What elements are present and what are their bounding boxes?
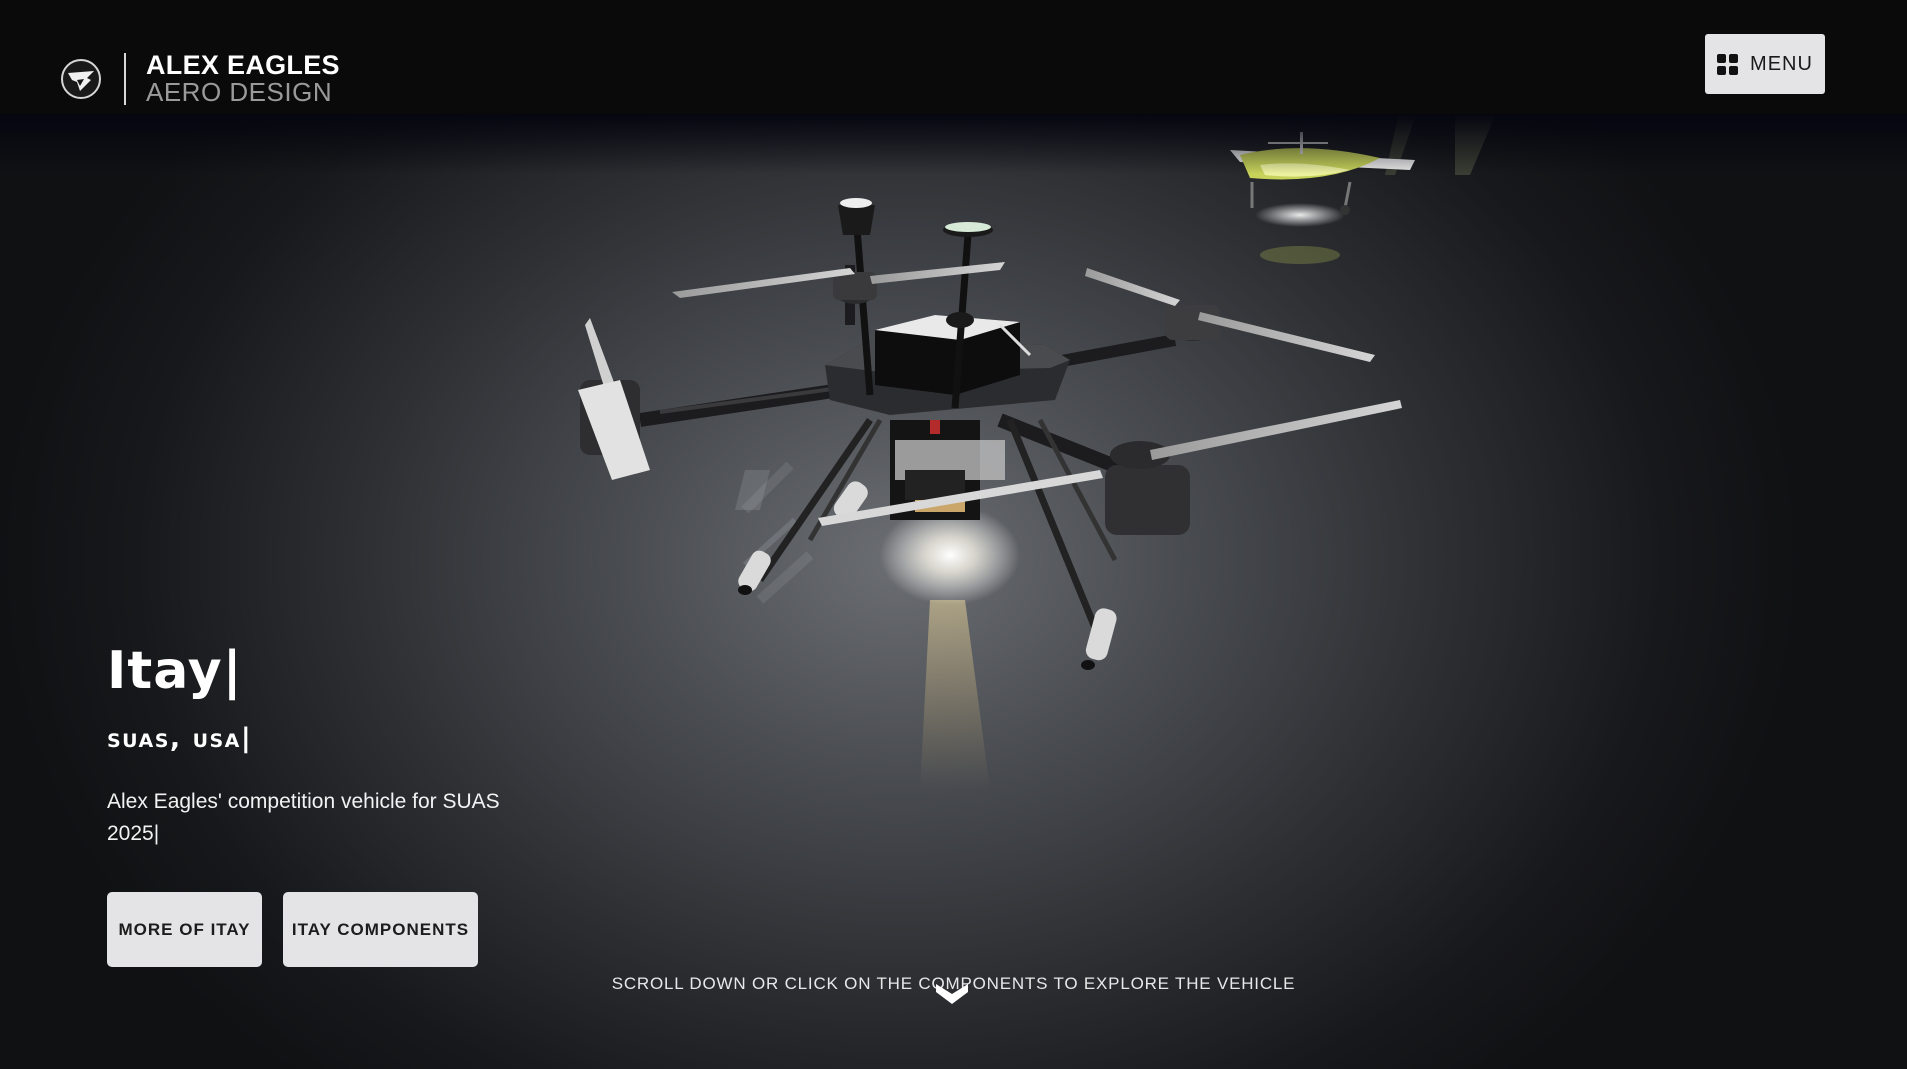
brand[interactable]: ALEX EAGLES AERO DESIGN [60,52,340,105]
brand-subtitle: AERO DESIGN [146,77,333,107]
menu-label: MENU [1750,52,1813,75]
eagle-logo-icon [61,58,101,99]
landing-foot [738,550,771,595]
hero-page: ALEX EAGLES AERO DESIGN MENU Itay| SUAS,… [0,0,1907,1069]
grid-menu-icon [1717,53,1739,75]
horizon-glow [0,114,1907,174]
brand-text: ALEX EAGLES AERO DESIGN [146,50,340,107]
hero-content: Itay| SUAS, USA| Alex Eagles' competitio… [107,640,547,967]
itay-components-button[interactable]: ITAY COMPONENTS [283,892,478,967]
brand-divider [124,52,126,105]
vehicle-description: Alex Eagles' competition vehicle for SUA… [107,790,500,845]
vehicle-subtitle: SUAS, USA| [107,723,253,754]
quadcopter-drone [578,198,1402,670]
vehicle-title: Itay| [107,641,243,701]
brand-name: ALEX EAGLES [146,50,340,80]
menu-button[interactable]: MENU [1705,34,1825,94]
chevron-down-icon[interactable] [934,976,970,1008]
hero-buttons: MORE OF ITAY ITAY COMPONENTS [107,892,547,967]
landing-foot [1081,608,1117,670]
more-of-itay-button[interactable]: MORE OF ITAY [107,892,262,967]
